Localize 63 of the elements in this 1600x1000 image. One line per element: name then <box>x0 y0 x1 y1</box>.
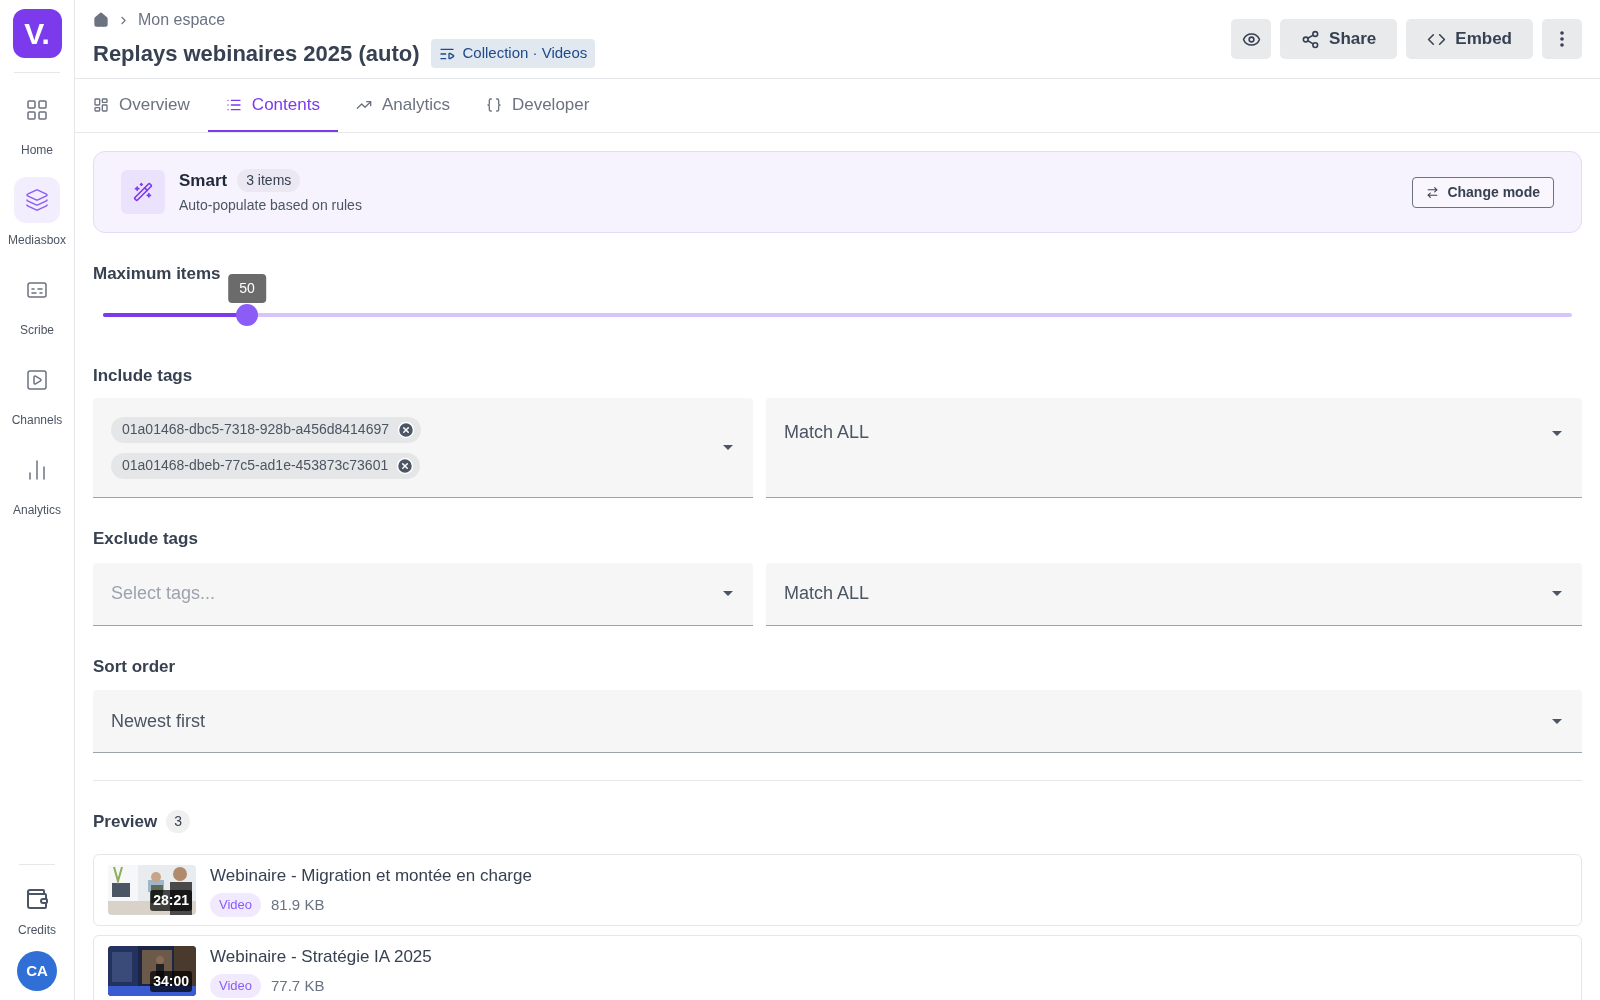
sidebar-item[interactable]: Channels <box>0 357 74 429</box>
match-select[interactable]: Match ALL <box>766 398 1582 498</box>
dropdown-caret-icon <box>1552 591 1562 596</box>
tag-chip: 01a01468-dbeb-77c5-ad1e-453873c73601 <box>111 452 421 479</box>
mode-description: Auto-populate based on rules <box>179 196 362 216</box>
preview-card[interactable]: 34:00 Webinaire - Stratégie IA 2025 Video 77.7 KB <box>93 934 1582 1000</box>
dropdown-caret-icon <box>1552 431 1562 436</box>
preview-card[interactable]: 28:21 Webinaire - Migration et montée en charge Video 81.9 KB <box>93 853 1582 926</box>
remove-tag-icon[interactable] <box>396 456 415 475</box>
sidebar-item[interactable]: Analytics <box>0 447 74 519</box>
field-label: Include tags <box>93 364 194 387</box>
sidebar-item[interactable]: Home <box>0 87 74 159</box>
user-avatar[interactable]: CA <box>17 951 57 991</box>
magic-wand-icon <box>133 182 153 202</box>
change-mode-button[interactable]: Change mode <box>1412 176 1554 208</box>
badge-label: Collection · Videos <box>462 43 588 64</box>
field-label: Sort order <box>93 655 177 678</box>
file-size: 81.9 KB <box>271 894 325 915</box>
action-button[interactable]: Share <box>1280 19 1398 59</box>
tag-select[interactable]: 01a01468-dbc5-7318-928b-a456d8414697 01a01468-dbeb-77c5-ad1e-453873c73601 <box>93 398 753 498</box>
play-icon <box>25 368 49 392</box>
breadcrumb-link[interactable]: Mon espace <box>138 8 226 32</box>
layers-icon <box>25 188 49 212</box>
sidebar-item[interactable]: Scribe <box>0 267 74 339</box>
wallet-icon <box>25 887 49 911</box>
type-tag: Video <box>210 974 261 998</box>
remove-tag-icon[interactable] <box>397 420 416 439</box>
app-logo[interactable]: V. <box>12 9 62 58</box>
swap-icon <box>1426 185 1440 199</box>
tab[interactable]: Contents <box>207 79 338 132</box>
slider-thumb[interactable] <box>235 303 258 326</box>
tag-chip: 01a01468-dbc5-7318-928b-a456d8414697 <box>111 416 422 443</box>
icon-button[interactable] <box>1231 19 1272 59</box>
item-count: 3 items <box>237 169 301 192</box>
tab[interactable]: Overview <box>93 79 208 132</box>
tab[interactable]: Analytics <box>337 79 468 132</box>
tab[interactable]: Developer <box>467 79 608 132</box>
share-icon <box>1301 29 1321 49</box>
field-label: Exclude tags <box>93 528 199 550</box>
duration-label: 34:00 <box>150 970 192 992</box>
count-badge: 3 <box>166 810 191 834</box>
credits-item[interactable]: Credits <box>18 887 56 939</box>
duration-label: 28:21 <box>150 889 192 911</box>
sort-select[interactable]: Newest first <box>93 690 1582 753</box>
sidebar-item[interactable]: Mediasbox <box>0 177 74 249</box>
dropdown-caret-icon <box>1552 718 1562 724</box>
more-icon <box>1560 31 1564 47</box>
grid-icon <box>25 98 49 122</box>
slider-tooltip: 50 <box>228 273 266 303</box>
video-title: Webinaire - Migration et montée en charge <box>210 864 532 887</box>
action-button[interactable]: Embed <box>1406 19 1533 59</box>
braces-icon <box>485 96 502 113</box>
home-icon[interactable] <box>93 12 109 28</box>
dropdown-caret-icon <box>723 445 733 450</box>
file-size: 77.7 KB <box>271 975 325 996</box>
dropdown-caret-icon <box>723 591 733 596</box>
video-title: Webinaire - Stratégie IA 2025 <box>210 945 432 968</box>
type-tag: Video <box>210 893 261 917</box>
dashboard-icon <box>93 96 109 113</box>
section-title: Preview <box>93 811 158 833</box>
page-title: Replays webinaires 2025 (auto) <box>93 40 420 68</box>
match-select[interactable]: Match ALL <box>766 562 1582 626</box>
mode-title: Smart <box>179 169 228 192</box>
